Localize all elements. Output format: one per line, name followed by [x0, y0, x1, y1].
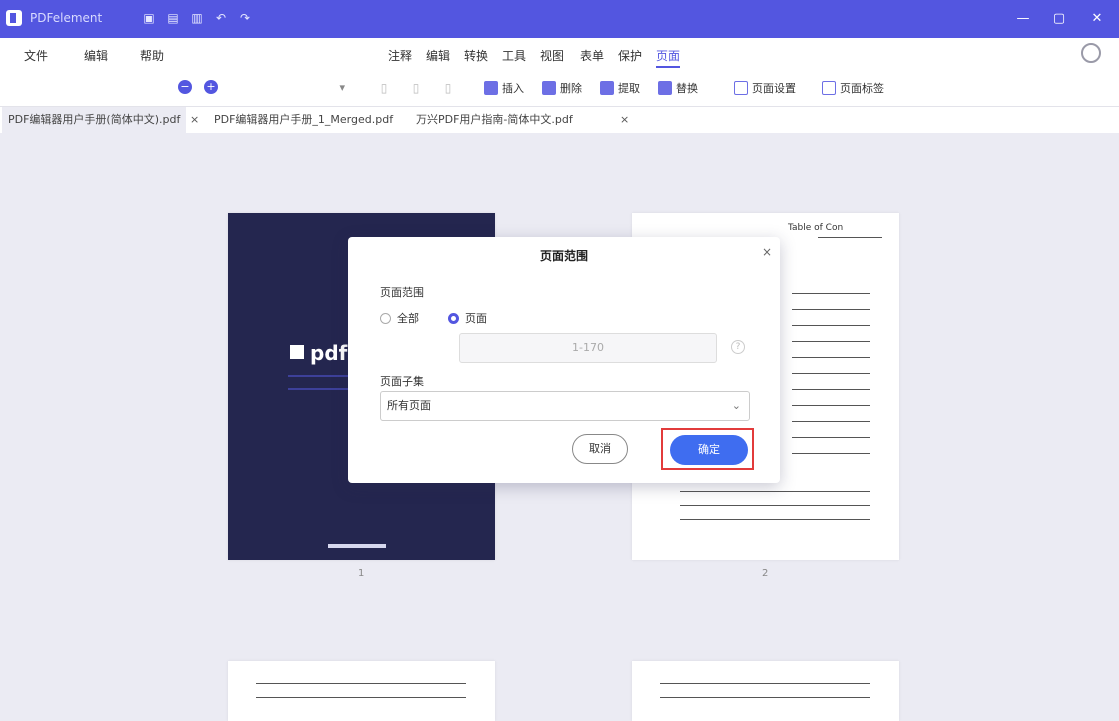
replace-icon [658, 81, 672, 95]
brand-logo-icon [290, 345, 304, 359]
tab-close-icon[interactable]: × [190, 107, 199, 133]
menu-protect[interactable]: 保护 [618, 47, 642, 64]
minimize-icon[interactable]: — [1012, 8, 1034, 30]
toc-entry-line [792, 389, 870, 390]
zoom-select[interactable] [237, 78, 345, 98]
radio-unselected-icon [380, 312, 391, 324]
menu-edit[interactable]: 编辑 [84, 47, 108, 64]
page-label-icon [822, 81, 836, 95]
toc-entry-line [792, 357, 870, 358]
toc-entry-line [792, 453, 870, 454]
open-icon[interactable]: ▥ [190, 11, 204, 25]
toc-rule [818, 237, 882, 238]
page-number-2: 2 [762, 568, 769, 579]
tool-replace[interactable]: 替换 [658, 79, 698, 97]
app-title: PDFelement [30, 11, 103, 25]
toc-entry-line [792, 373, 870, 374]
toc-entry-line [256, 697, 466, 698]
page-subset-label: 页面子集 [380, 375, 424, 388]
toc-entry-line [792, 293, 870, 294]
toc-entry-line [680, 491, 870, 492]
cover-footer-logo [328, 544, 386, 548]
toc-entry-line [680, 505, 870, 506]
document-tabs: PDF编辑器用户手册(简体中文).pdf × PDF编辑器用户手册_1_Merg… [0, 107, 1119, 133]
chevron-down-icon: ⌄ [731, 399, 741, 412]
menu-page[interactable]: 页面 [656, 47, 681, 68]
page-range-input[interactable]: 1-170 [459, 333, 717, 363]
tool-delete[interactable]: 删除 [542, 79, 582, 97]
tool-page-label[interactable]: 页面标签 [822, 79, 884, 97]
menu-help[interactable]: 帮助 [140, 47, 164, 64]
toc-entry-line [680, 519, 870, 520]
toc-entry-line [660, 683, 870, 684]
menu-bar: 文件 编辑 帮助 注释 编辑 转换 工具 视图 表单 保护 页面 [0, 38, 1119, 70]
radio-custom-label: 页面 [465, 312, 487, 325]
radio-selected-icon [448, 312, 459, 324]
dialog-close-icon[interactable]: × [762, 245, 772, 259]
toc-entry-line [792, 437, 870, 438]
page-thumbnail-4[interactable] [632, 661, 899, 721]
maximize-icon[interactable]: ▢ [1048, 8, 1070, 30]
crop-icon[interactable]: ▯ [441, 81, 455, 95]
cancel-button[interactable]: 取消 [572, 434, 628, 464]
print-icon[interactable]: ▤ [166, 11, 180, 25]
undo-icon[interactable]: ↶ [214, 11, 228, 25]
page-subset-value: 所有页面 [387, 399, 431, 412]
ok-button[interactable]: 确定 [670, 435, 748, 465]
menu-comment[interactable]: 注释 [388, 47, 412, 64]
tool-page-setup[interactable]: 页面设置 [734, 79, 796, 97]
tool-insert[interactable]: 插入 [484, 79, 524, 97]
zoom-in-icon[interactable]: + [204, 80, 218, 94]
toc-entry-line [792, 341, 870, 342]
menu-tools[interactable]: 工具 [502, 47, 526, 64]
menu-edit-tab[interactable]: 编辑 [426, 47, 450, 64]
help-icon[interactable]: ? [731, 340, 745, 354]
toc-entry-line [792, 325, 870, 326]
delete-icon [542, 81, 556, 95]
save-icon[interactable]: ▣ [142, 11, 156, 25]
menu-convert[interactable]: 转换 [464, 47, 488, 64]
radio-all-pages[interactable]: 全部 [380, 310, 419, 326]
toc-entry-line [660, 697, 870, 698]
radio-all-label: 全部 [397, 312, 419, 325]
cover-brand: pdf [310, 341, 348, 365]
page-range-dialog: 页面范围 × 页面范围 全部 页面 1-170 ? 页面子集 所有页面 ⌄ 取消… [348, 237, 780, 483]
menu-form[interactable]: 表单 [580, 47, 604, 64]
dialog-title: 页面范围 [539, 249, 588, 263]
account-icon[interactable] [1081, 43, 1101, 63]
extract-icon [600, 81, 614, 95]
tool-extract[interactable]: 提取 [600, 79, 640, 97]
tab-document-3[interactable]: 万兴PDF用户指南-简体中文.pdf [410, 107, 579, 133]
page-subset-select[interactable]: 所有页面 ⌄ [380, 391, 750, 421]
insert-icon [484, 81, 498, 95]
zoom-out-icon[interactable]: − [178, 80, 192, 94]
page-number-1: 1 [358, 568, 365, 579]
toc-entry-line [792, 421, 870, 422]
page-range-label: 页面范围 [380, 286, 424, 299]
tab-document-2[interactable]: PDF编辑器用户手册_1_Merged.pdf [208, 107, 399, 133]
tab-close-icon[interactable]: × [620, 107, 629, 133]
app-logo-icon [6, 10, 22, 26]
page-setup-icon [734, 81, 748, 95]
tab-document-1[interactable]: PDF编辑器用户手册(简体中文).pdf [2, 107, 187, 133]
title-bar: PDFelement ▣ ▤ ▥ ↶ ↷ — ▢ ✕ [0, 0, 1119, 38]
rotate-icon[interactable]: ▯ [409, 81, 423, 95]
toc-entry-line [792, 309, 870, 310]
toc-entry-line [256, 683, 466, 684]
menu-file[interactable]: 文件 [24, 47, 48, 64]
redo-icon[interactable]: ↷ [238, 11, 252, 25]
radio-custom-pages[interactable]: 页面 [448, 310, 487, 326]
close-icon[interactable]: ✕ [1086, 8, 1108, 30]
page-view-icon[interactable]: ▯ [377, 81, 391, 95]
toc-entry-line [792, 405, 870, 406]
page-thumbnail-3[interactable] [228, 661, 495, 721]
menu-view[interactable]: 视图 [540, 47, 564, 64]
toc-title: Table of Con [788, 223, 844, 233]
